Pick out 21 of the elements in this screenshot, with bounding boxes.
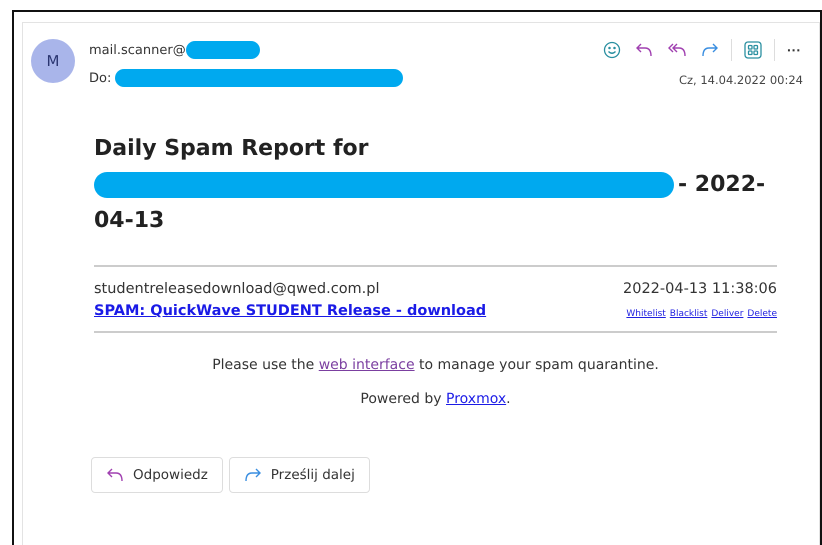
proxmox-link[interactable]: Proxmox	[446, 391, 506, 407]
report-title: - 2022-	[678, 171, 766, 199]
web-interface-link[interactable]: web interface	[318, 357, 415, 373]
subject-link[interactable]: SPAM: QuickWave STUDENT Release - download	[94, 303, 486, 319]
action-link[interactable]: Blacklist	[670, 309, 708, 319]
forward-button[interactable]: Prześlij dalej	[228, 457, 370, 493]
sender-address: mail.scanner@	[89, 42, 186, 58]
report-title: Daily Spam Report for	[94, 135, 370, 163]
reply-button[interactable]: Odpowiedz	[91, 457, 223, 493]
powered-by-text: Powered by Proxmox.	[360, 391, 511, 407]
action-link[interactable]: Deliver	[711, 309, 744, 319]
report-title: 04-13	[94, 207, 166, 235]
sender-address: studentreleasedownload@qwed.com.pl	[94, 281, 380, 297]
recipient-label: Do:	[89, 70, 112, 86]
message-date: Cz, 14.04.2022 00:24	[678, 73, 803, 87]
action-link[interactable]: Whitelist	[626, 309, 666, 319]
avatar: M	[31, 39, 75, 83]
action-link[interactable]: Delete	[747, 309, 777, 319]
footer-text: Please use the web interface to manage your spam quarantine.	[212, 357, 659, 373]
received-time: 2022-04-13 11:38:06	[623, 281, 777, 297]
more-button[interactable]: ···	[785, 40, 803, 60]
